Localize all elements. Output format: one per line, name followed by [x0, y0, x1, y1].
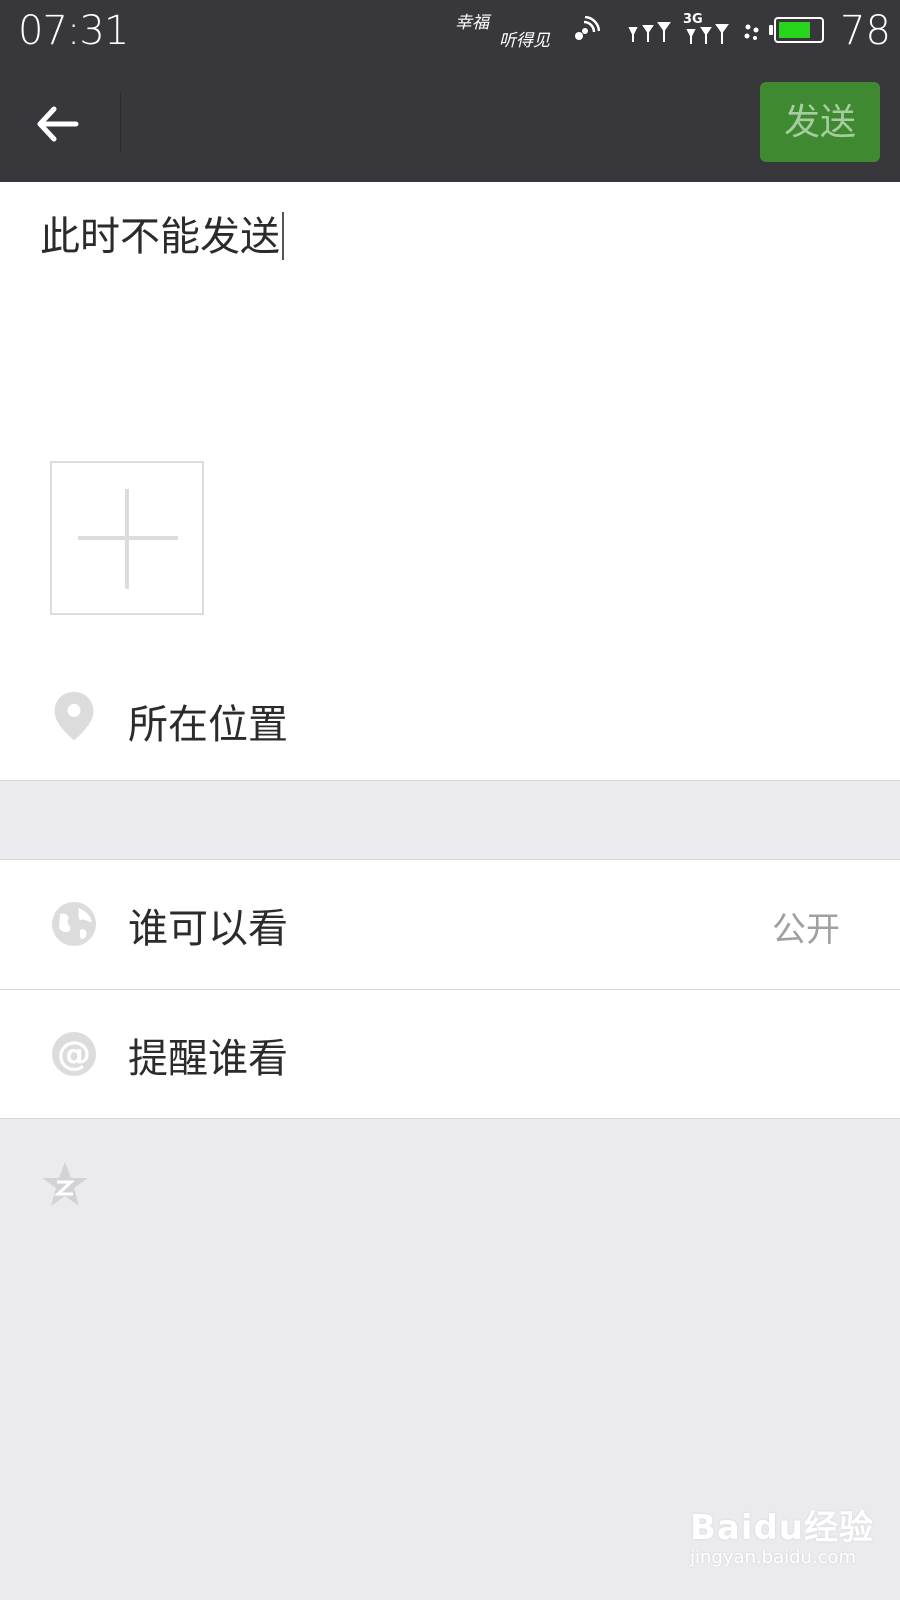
- data-activity-icon: [744, 24, 759, 40]
- battery-level: 78: [840, 8, 891, 54]
- location-pin-icon: [54, 691, 94, 741]
- at-sign-icon: @: [52, 1032, 96, 1076]
- post-text: 此时不能发送: [40, 214, 280, 260]
- baidu-watermark: Baidu经验 jingyan.baidu.com: [690, 1500, 874, 1568]
- divider: [0, 780, 900, 781]
- compose-area: 此时不能发送 所在位置: [0, 182, 900, 780]
- remind-who-row[interactable]: @ 提醒谁看: [0, 990, 900, 1118]
- nfc-icon: [575, 16, 600, 40]
- battery-fill: [779, 22, 810, 38]
- send-button[interactable]: 发送: [760, 82, 880, 162]
- toolbar-divider: [120, 92, 121, 152]
- watermark-main: Baidu经验: [690, 1508, 875, 1548]
- status-time: 07:31: [18, 8, 129, 54]
- visibility-value: 公开: [772, 910, 840, 950]
- options-section: 谁可以看 公开 @ 提醒谁看: [0, 860, 900, 1118]
- text-cursor: [282, 212, 284, 260]
- carrier-line2: 听得见: [499, 31, 550, 51]
- who-can-see-label: 谁可以看: [128, 906, 288, 952]
- location-label[interactable]: 所在位置: [128, 692, 288, 750]
- carrier-logo: 幸福 听得见: [455, 14, 550, 50]
- post-text-input[interactable]: 此时不能发送: [40, 204, 284, 262]
- who-can-see-row[interactable]: 谁可以看 公开: [0, 860, 900, 988]
- qzone-share-icon[interactable]: [40, 1160, 90, 1210]
- signal-icon-1: [628, 22, 671, 42]
- back-arrow-icon[interactable]: [32, 99, 82, 149]
- watermark-sub: jingyan.baidu.com: [690, 1547, 857, 1568]
- battery-icon: [769, 17, 824, 43]
- top-bar: 发送: [0, 62, 900, 182]
- add-photo-button[interactable]: [50, 461, 204, 615]
- carrier-line1: 幸福: [455, 13, 489, 33]
- signal-icon-2: [686, 24, 729, 44]
- svg-text:@: @: [57, 1034, 91, 1074]
- divider: [0, 1118, 900, 1119]
- remind-who-label: 提醒谁看: [128, 1036, 288, 1082]
- status-bar: 07:31 幸福 听得见 3G 78: [0, 0, 900, 62]
- globe-icon: [52, 902, 96, 946]
